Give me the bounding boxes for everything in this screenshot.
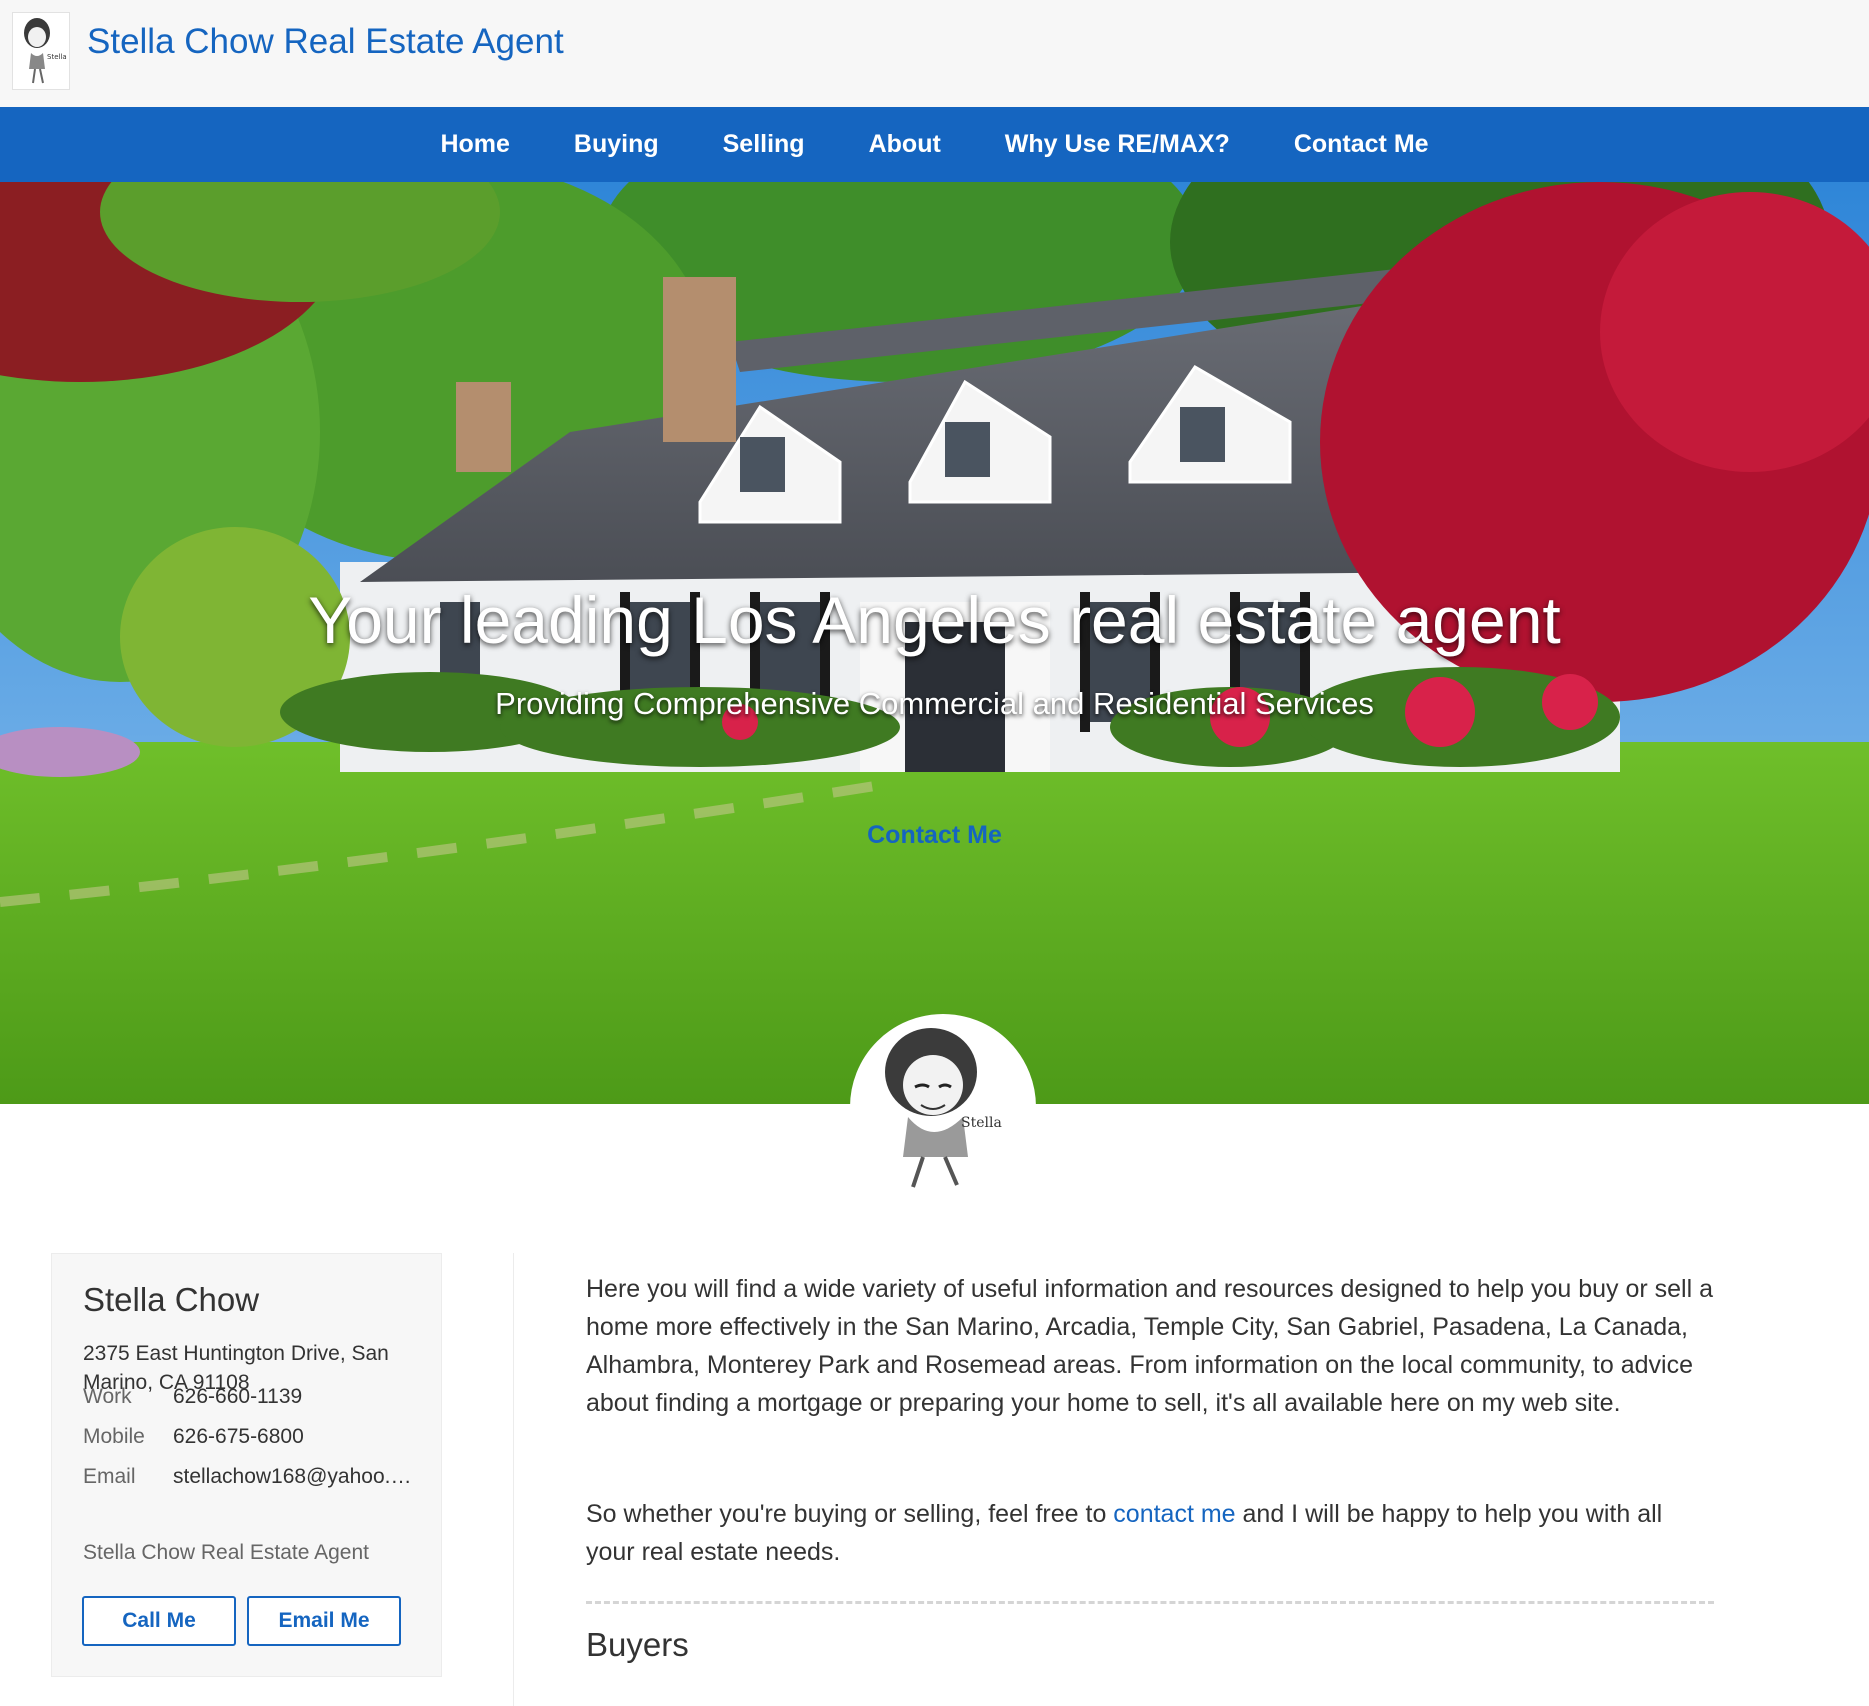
- call-me-button[interactable]: Call Me: [82, 1596, 236, 1646]
- email-me-button[interactable]: Email Me: [247, 1596, 401, 1646]
- intro-paragraph: Here you will find a wide variety of use…: [586, 1275, 1714, 1417]
- contact-paragraph-start: So whether you're buying or selling, fee…: [586, 1500, 1114, 1528]
- hero-banner: Your leading Los Angeles real estate age…: [0, 182, 1869, 1104]
- agent-avatar: Stella: [850, 1014, 1036, 1200]
- email-address[interactable]: stellachow168@yahoo.…: [173, 1465, 411, 1489]
- company-name: Stella Chow Real Estate Agent: [83, 1541, 370, 1564]
- hero-title: Your leading Los Angeles real estate age…: [308, 583, 1561, 657]
- hero-contact-button[interactable]: Contact Me: [817, 807, 1052, 863]
- contact-card: Stella Chow 2375 East Huntington Drive, …: [51, 1253, 442, 1677]
- work-label: Work: [83, 1385, 132, 1408]
- agent-name: Stella Chow: [83, 1281, 260, 1318]
- column-divider: [513, 1253, 514, 1706]
- section-divider: [586, 1601, 1714, 1604]
- nav-buying[interactable]: Buying: [574, 130, 659, 159]
- agent-logo[interactable]: Stella: [12, 12, 70, 90]
- site-header: Stella Stella Chow Real Estate Agent: [0, 0, 1869, 108]
- nav-about[interactable]: About: [869, 130, 941, 159]
- main-content: Here you will find a wide variety of use…: [586, 1270, 1714, 1663]
- nav-selling[interactable]: Selling: [723, 130, 805, 159]
- svg-text:Stella: Stella: [47, 53, 67, 61]
- work-phone[interactable]: 626-660-1139: [173, 1385, 302, 1409]
- mobile-label: Mobile: [83, 1425, 145, 1448]
- contact-paragraph: So whether you're buying or selling, fee…: [586, 1495, 1714, 1571]
- buyers-heading: Buyers: [586, 1626, 689, 1663]
- email-label: Email: [83, 1465, 136, 1488]
- nav-home[interactable]: Home: [440, 130, 509, 159]
- contact-me-link[interactable]: contact me: [1113, 1500, 1235, 1528]
- avatar-signature: Stella: [961, 1115, 1002, 1131]
- mobile-phone[interactable]: 626-675-6800: [173, 1425, 304, 1449]
- site-title[interactable]: Stella Chow Real Estate Agent: [87, 22, 564, 62]
- nav-contact-me[interactable]: Contact Me: [1294, 130, 1429, 159]
- hero-subtitle: Providing Comprehensive Commercial and R…: [495, 686, 1374, 721]
- main-nav: Home Buying Selling About Why Use RE/MAX…: [0, 107, 1869, 182]
- nav-why-remax[interactable]: Why Use RE/MAX?: [1005, 130, 1230, 159]
